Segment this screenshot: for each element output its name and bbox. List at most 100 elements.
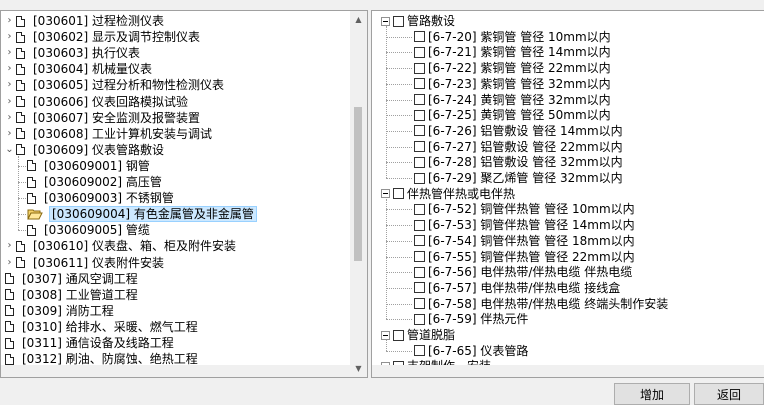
chevron-right-icon[interactable]: ›	[5, 13, 14, 29]
checkbox[interactable]	[414, 203, 425, 215]
checkbox[interactable]	[414, 266, 425, 278]
tree-item[interactable]: [6-7-25] 黄铜管 管径 50mm以内	[414, 107, 611, 123]
scroll-up-arrow-icon[interactable]: ▲	[350, 11, 367, 28]
chevron-right-icon[interactable]: ›	[5, 126, 14, 142]
chevron-right-icon[interactable]: ›	[5, 238, 14, 254]
collapse-icon[interactable]	[381, 16, 390, 26]
left-horizontal-scrollbar[interactable]	[1, 365, 350, 377]
chevron-right-icon[interactable]: ›	[5, 61, 14, 77]
tree-item[interactable]: [030609004] 有色金属管及非金属管	[27, 206, 257, 223]
tree-item[interactable]: › [030603] 执行仪表	[5, 45, 142, 61]
tree-item-label: [030609005] 管缆	[44, 223, 150, 238]
tree-item[interactable]: [6-7-28] 铝管敷设 管径 32mm以内	[414, 154, 623, 170]
chevron-right-icon[interactable]: ›	[5, 94, 14, 110]
checkbox[interactable]	[414, 172, 425, 184]
tree-item[interactable]: [6-7-29] 聚乙烯管 管径 32mm以内	[414, 170, 623, 186]
tree-item[interactable]: › [030601] 过程检测仪表	[5, 13, 166, 29]
chevron-right-icon[interactable]: ›	[5, 110, 14, 126]
scroll-down-arrow-icon[interactable]: ▼	[350, 360, 367, 377]
tree-item[interactable]: [0309] 消防工程	[5, 303, 116, 319]
scroll-thumb[interactable]	[354, 107, 362, 261]
tree-item[interactable]: › [030606] 仪表回路模拟试验	[5, 94, 190, 110]
tree-item[interactable]: [6-7-65] 仪表管路	[414, 343, 528, 359]
tree-item[interactable]: [6-7-53] 铜管伴热管 管径 14mm以内	[414, 217, 635, 233]
tree-item[interactable]: [030609001] 钢管	[27, 158, 152, 174]
left-tree-panel[interactable]: › [030601] 过程检测仪表 › [030602] 显示及调节控制仪表 › [030…	[0, 10, 368, 378]
checkbox[interactable]	[414, 94, 425, 105]
tree-item[interactable]: › [030605] 过程分析和物性检测仪表	[5, 77, 226, 93]
document-icon	[16, 47, 25, 59]
checkbox[interactable]	[414, 125, 425, 137]
checkbox[interactable]	[414, 345, 425, 357]
tree-item[interactable]: › [030607] 安全监测及报警装置	[5, 110, 202, 126]
tree-item[interactable]: [6-7-59] 伴热元件	[414, 311, 528, 327]
right-item-panel[interactable]: 管路敷设 [6-7-20] 紫铜管 管径 10mm以内 [6-7-21] 紫铜管 管…	[371, 10, 764, 378]
tree-item[interactable]: [6-7-56] 电伴热带/伴热电缆 伴热电缆	[414, 264, 632, 280]
chevron-right-icon[interactable]: ›	[5, 255, 14, 271]
tree-item[interactable]: [030609005] 管缆	[27, 222, 152, 238]
tree-item[interactable]: [6-7-26] 铝管敷设 管径 14mm以内	[414, 123, 623, 139]
tree-connector	[386, 178, 412, 179]
tree-item[interactable]: [0308] 工业管道工程	[5, 287, 140, 303]
tree-item[interactable]: [6-7-54] 铜管伴热管 管径 18mm以内	[414, 233, 635, 249]
add-button[interactable]: 增加	[614, 383, 690, 405]
checkbox[interactable]	[414, 141, 425, 153]
tree-item[interactable]: [0311] 通信设备及线路工程	[5, 335, 176, 351]
checkbox[interactable]	[414, 78, 425, 90]
tree-item[interactable]: [6-7-52] 铜管伴热管 管径 10mm以内	[414, 201, 635, 217]
tree-item[interactable]: › [030602] 显示及调节控制仪表	[5, 29, 202, 45]
tree-item-label: [6-7-29] 聚乙烯管 管径 32mm以内	[428, 171, 623, 185]
back-button[interactable]: 返回	[694, 383, 764, 405]
document-icon	[5, 353, 14, 365]
checkbox[interactable]	[414, 62, 425, 74]
tree-connector	[18, 198, 26, 200]
tree-item[interactable]: [030609003] 不锈钢管	[27, 190, 176, 206]
checkbox[interactable]	[414, 46, 425, 58]
chevron-right-icon[interactable]: ›	[5, 77, 14, 93]
checkbox[interactable]	[414, 235, 425, 247]
tree-item[interactable]: [0307] 通风空调工程	[5, 271, 140, 287]
checkbox[interactable]	[414, 156, 425, 168]
tree-item[interactable]: › [030610] 仪表盘、箱、柜及附件安装	[5, 238, 238, 254]
tree-item-label: [6-7-25] 黄铜管 管径 50mm以内	[428, 108, 611, 123]
tree-group[interactable]: 管道脱脂	[381, 327, 455, 343]
checkbox[interactable]	[414, 219, 425, 231]
chevron-down-icon[interactable]: ⌄	[5, 142, 14, 158]
tree-item[interactable]: [6-7-22] 紫铜管 管径 22mm以内	[414, 60, 611, 76]
left-vertical-scrollbar[interactable]: ▲ ▼	[350, 11, 367, 377]
right-horizontal-scrollbar[interactable]	[372, 365, 764, 377]
chevron-right-icon[interactable]: ›	[5, 45, 14, 61]
checkbox[interactable]	[414, 282, 425, 294]
checkbox[interactable]	[414, 298, 425, 310]
tree-item[interactable]: [6-7-58] 电伴热带/伴热电缆 终端头制作安装	[414, 296, 668, 312]
tree-item[interactable]: [6-7-57] 电伴热带/伴热电缆 接线盒	[414, 280, 620, 296]
checkbox[interactable]	[393, 188, 404, 200]
tree-item-label: [0308] 工业管道工程	[22, 287, 138, 302]
tree-item[interactable]: › [030604] 机械量仪表	[5, 61, 154, 77]
tree-item[interactable]: [6-7-21] 紫铜管 管径 14mm以内	[414, 44, 611, 60]
tree-item-label: [030608] 工业计算机安装与调试	[33, 126, 212, 141]
tree-item[interactable]: › [030608] 工业计算机安装与调试	[5, 126, 214, 142]
checkbox[interactable]	[393, 15, 404, 27]
tree-item[interactable]: [6-7-27] 铝管敷设 管径 22mm以内	[414, 139, 623, 155]
checkbox[interactable]	[414, 313, 425, 325]
checkbox[interactable]	[414, 31, 425, 43]
tree-item[interactable]: [030609002] 高压管	[27, 174, 164, 190]
collapse-icon[interactable]	[381, 189, 390, 199]
tree-item[interactable]: [6-7-23] 紫铜管 管径 32mm以内	[414, 76, 611, 92]
tree-item[interactable]: › [030611] 仪表附件安装	[5, 255, 166, 271]
tree-connector	[386, 26, 387, 178]
tree-item-label: [030609002] 高压管	[44, 175, 162, 189]
tree-item[interactable]: [0310] 给排水、采暖、燃气工程	[5, 319, 200, 335]
tree-item[interactable]: [6-7-24] 黄铜管 管径 32mm以内	[414, 92, 611, 108]
collapse-icon[interactable]	[381, 330, 390, 340]
tree-group[interactable]: 管路敷设	[381, 13, 455, 29]
checkbox[interactable]	[393, 329, 404, 341]
tree-group[interactable]: 伴热管伴热或电伴热	[381, 186, 515, 202]
chevron-right-icon[interactable]: ›	[5, 29, 14, 45]
tree-item[interactable]: [6-7-55] 铜管伴热管 管径 22mm以内	[414, 249, 635, 265]
tree-item[interactable]: [6-7-20] 紫铜管 管径 10mm以内	[414, 29, 611, 45]
tree-item[interactable]: ⌄ [030609] 仪表管路敷设	[5, 142, 166, 158]
checkbox[interactable]	[414, 109, 425, 121]
checkbox[interactable]	[414, 251, 425, 262]
